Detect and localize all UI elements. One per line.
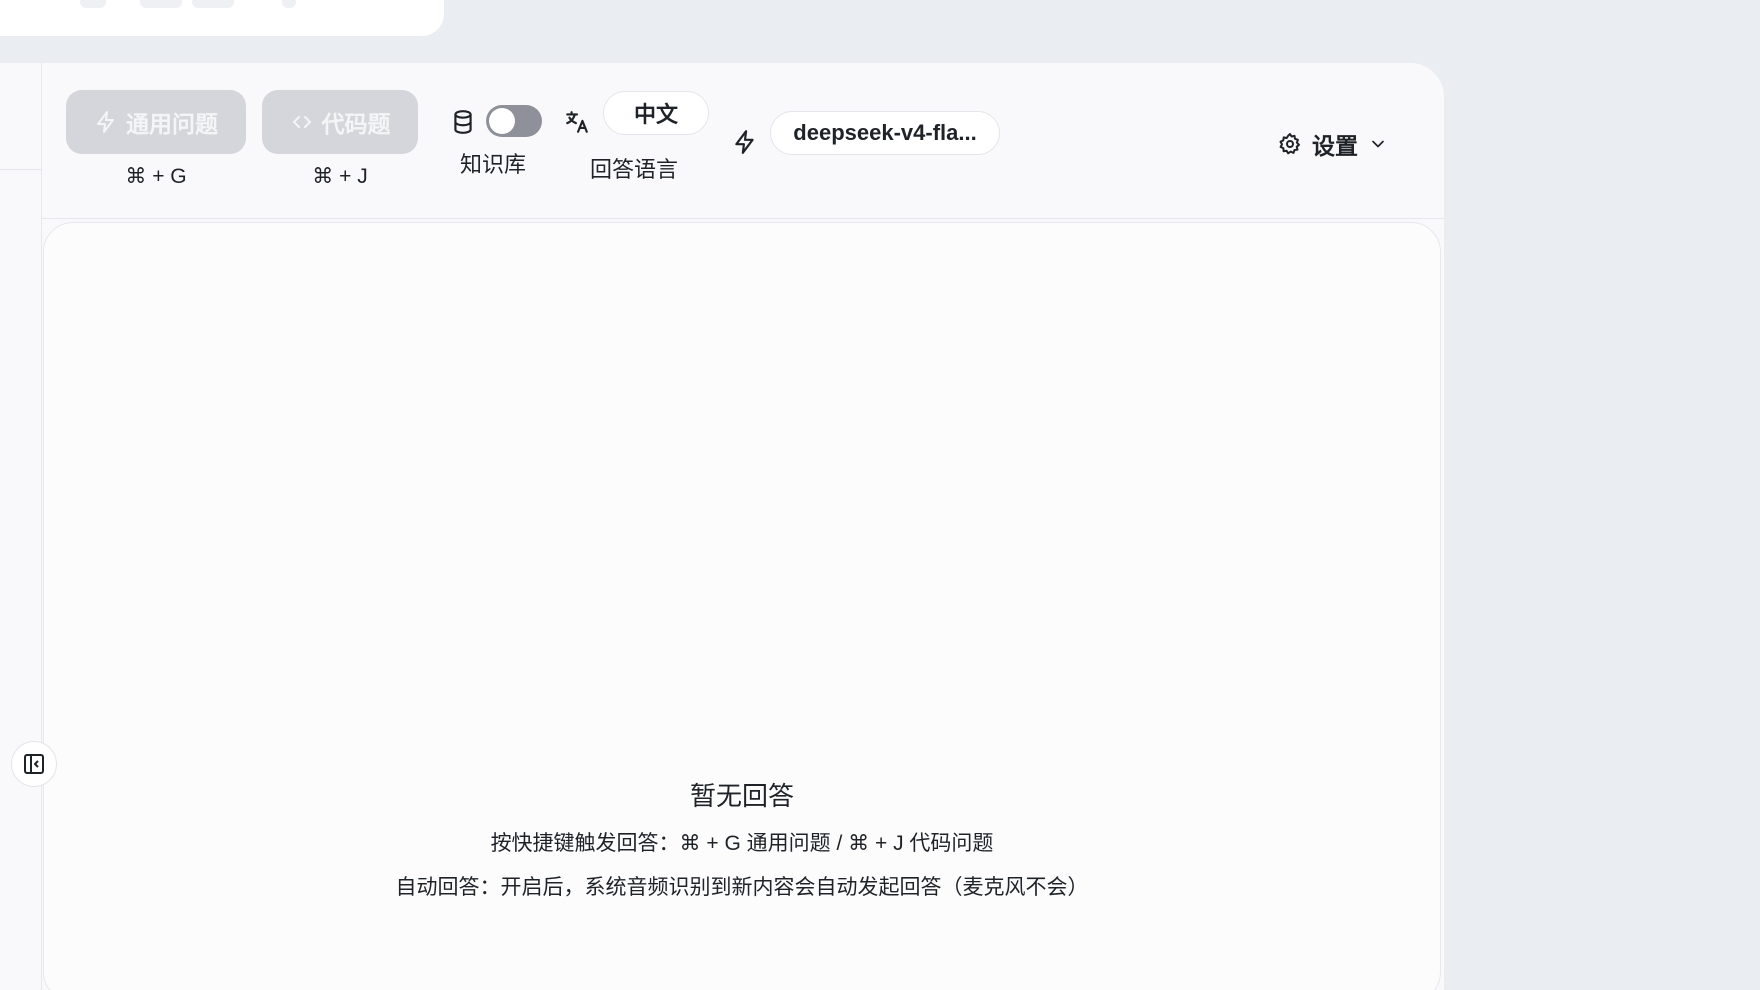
top-strip-ghost-2: [140, 0, 182, 8]
top-strip-ghost-1: [80, 0, 106, 8]
app-frame: 通用问题 ⌘ + G 代码题 ⌘ + J 知识库 中文 回答语言 deepsee…: [0, 63, 1444, 990]
model-select[interactable]: deepseek-v4-fla...: [770, 111, 1000, 155]
top-strip-ghost-4: [282, 0, 296, 8]
chevron-down-icon: [1372, 140, 1384, 148]
left-sidebar-rail: [0, 63, 42, 990]
top-strip-ghost-3: [192, 0, 234, 8]
sidebar-collapse-button[interactable]: [11, 741, 57, 787]
knowledge-base-toggle[interactable]: [486, 105, 542, 137]
code-icon: [292, 116, 311, 128]
empty-state-shortcut-hint: 按快捷键触发回答：⌘ + G 通用问题 / ⌘ + J 代码问题: [490, 832, 994, 855]
code-question-label: 代码题: [321, 111, 391, 137]
sidebar-collapse-icon: [24, 754, 44, 774]
bolt-icon: [97, 111, 114, 133]
general-question-shortcut: ⌘ + G: [125, 165, 187, 188]
answer-language-label: 回答语言: [590, 157, 679, 182]
knowledge-base-label: 知识库: [460, 152, 527, 177]
empty-state-title: 暂无回答: [689, 781, 794, 811]
toggle-knob: [489, 108, 515, 134]
code-question-button[interactable]: 代码题: [262, 90, 418, 154]
answer-language-select[interactable]: 中文: [603, 91, 709, 135]
rail-divider: [0, 169, 42, 170]
empty-state: 暂无回答 按快捷键触发回答：⌘ + G 通用问题 / ⌘ + J 代码问题 自动…: [44, 776, 1440, 901]
general-question-label: 通用问题: [126, 111, 218, 137]
settings-menu[interactable]: 设置: [1278, 127, 1388, 161]
toolbar: 通用问题 ⌘ + G 代码题 ⌘ + J 知识库 中文 回答语言 deepsee…: [42, 63, 1444, 219]
translate-icon: [566, 111, 588, 133]
database-icon: [454, 110, 472, 134]
answer-area[interactable]: 暂无回答 按快捷键触发回答：⌘ + G 通用问题 / ⌘ + J 代码问题 自动…: [43, 222, 1441, 990]
settings-label: 设置: [1312, 133, 1358, 159]
empty-state-auto-answer-hint: 自动回答：开启后，系统音频识别到新内容会自动发起回答（麦克风不会）: [395, 876, 1089, 899]
code-question-shortcut: ⌘ + J: [312, 165, 368, 188]
model-bolt-icon: [735, 130, 754, 154]
top-window-strip: [0, 0, 444, 36]
gear-icon: [1279, 133, 1300, 155]
general-question-button[interactable]: 通用问题: [66, 90, 246, 154]
